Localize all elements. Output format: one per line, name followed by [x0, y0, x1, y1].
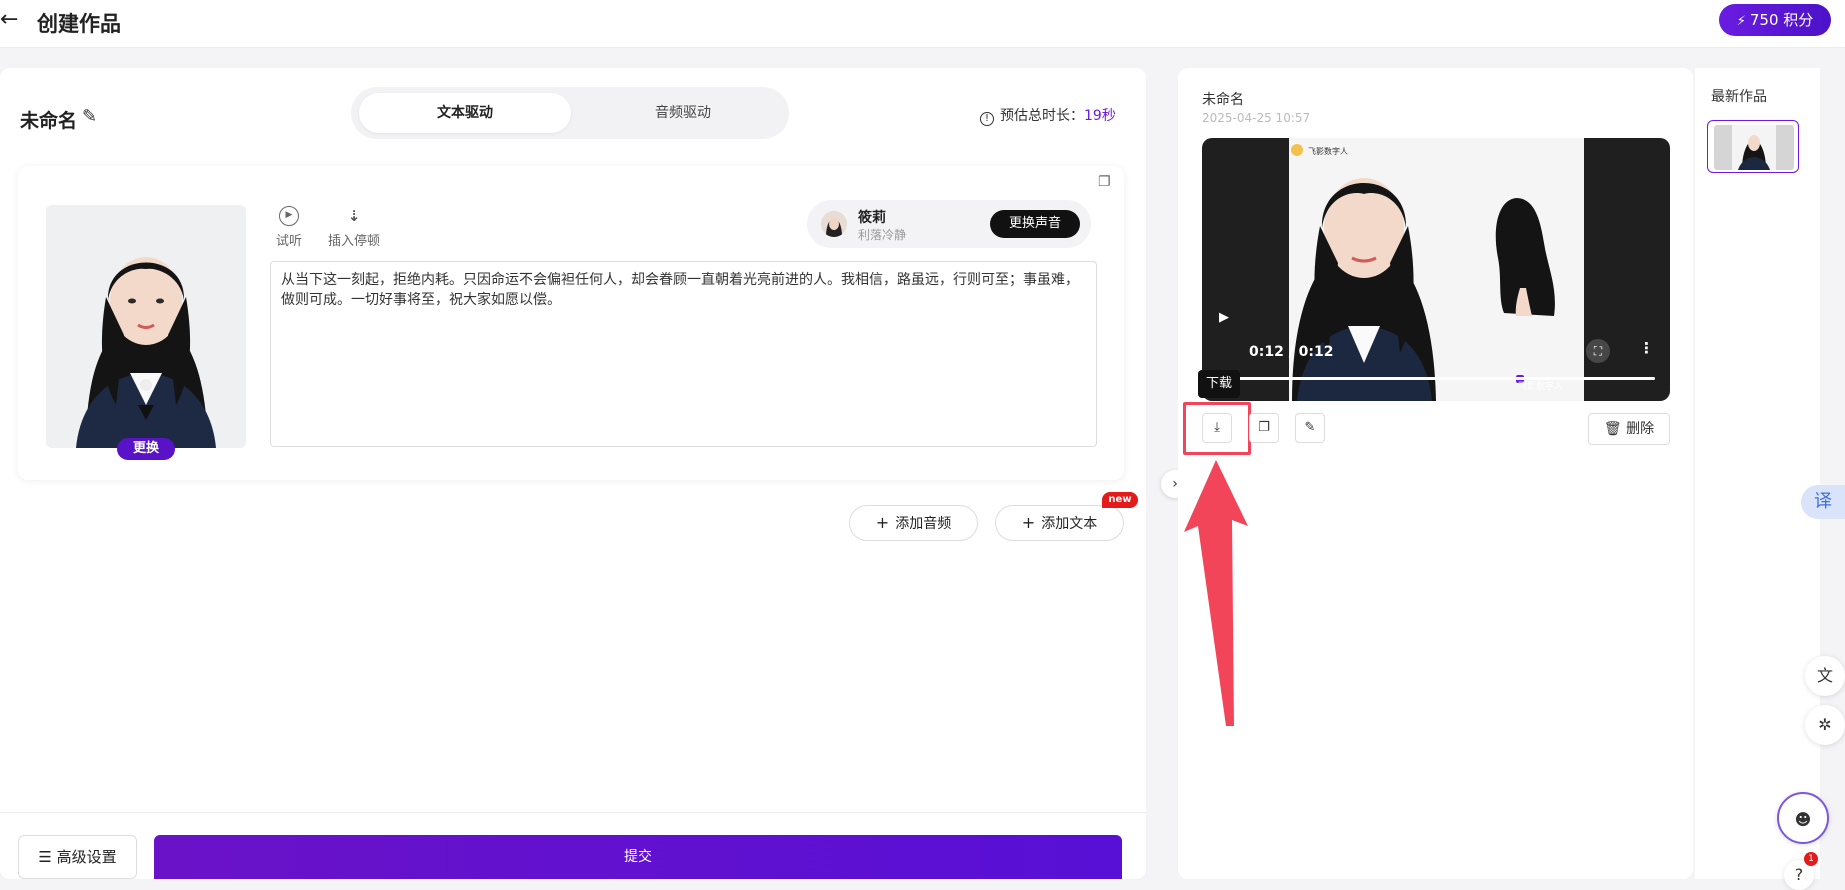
latest-work-thumbnail[interactable] — [1707, 120, 1799, 173]
translate-button[interactable]: 译 — [1801, 485, 1845, 519]
voice-selector: 筱莉 利落冷静 更换声音 — [807, 200, 1091, 248]
new-badge: new — [1102, 492, 1138, 508]
bolt-icon: ⚡ — [1736, 14, 1746, 29]
preview-title: 未命名 — [1202, 92, 1244, 108]
video-play-icon[interactable]: ▶ — [1219, 310, 1229, 325]
add-audio-label: 添加音频 — [895, 516, 952, 532]
add-audio-button[interactable]: + 添加音频 — [849, 505, 978, 541]
tab-audio-drive[interactable]: 音频驱动 — [577, 93, 789, 133]
notification-badge: 1 — [1804, 852, 1818, 866]
estimated-duration: ! 预估总时长：19秒 — [980, 105, 1116, 126]
edit-icon: ✎ — [1304, 420, 1316, 435]
info-icon: ! — [980, 112, 994, 126]
video-corner-text: 飞影数字人 — [1308, 146, 1348, 156]
fullscreen-icon[interactable]: ⛶ — [1586, 339, 1610, 363]
video-time: 0:12 / 0:12 — [1249, 344, 1334, 360]
sliders-icon: ☰ — [38, 848, 57, 866]
swap-avatar-button[interactable]: 更换 — [117, 438, 175, 460]
highlight-box — [1183, 402, 1251, 455]
back-arrow-icon[interactable]: ← — [0, 8, 24, 32]
voice-avatar — [821, 211, 847, 237]
annotation-arrow — [1184, 460, 1248, 726]
submit-button[interactable]: 提交 — [154, 835, 1122, 879]
latest-title: 最新作品 — [1711, 89, 1767, 105]
mode-switch: 文本驱动 音频驱动 — [351, 87, 789, 139]
plus-icon: + — [1021, 513, 1036, 532]
divider — [0, 812, 1146, 813]
language-icon[interactable]: 文 — [1805, 656, 1845, 696]
estimate-value: 19秒 — [1084, 108, 1116, 124]
voice-avatar-svg — [821, 211, 847, 237]
add-text-label: 添加文本 — [1041, 516, 1098, 532]
voice-name: 筱莉 — [858, 210, 886, 226]
script-textarea[interactable]: 从当下这一刻起，拒绝内耗。只因命运不会偏袒任何人，却会眷顾一直朝着光亮前进的人。… — [270, 261, 1097, 447]
plus-icon: + — [875, 513, 890, 532]
video-player[interactable]: 飞影数字人 ▶ 0:12 / 0:12 ⛶ ⋮ 飞影数字人 — [1202, 138, 1670, 401]
tab-text-drive[interactable]: 文本驱动 — [359, 93, 571, 133]
copy-button[interactable]: ❐ — [1249, 413, 1279, 443]
trash-icon: 🗑 — [1603, 421, 1627, 437]
points-label: 750 积分 — [1749, 11, 1814, 29]
voice-desc: 利落冷静 — [858, 228, 907, 242]
listen-tool[interactable]: ▶ 试听 — [276, 206, 302, 249]
pause-insert-icon: ⇣ — [347, 207, 361, 225]
estimate-label: 预估总时长： — [1000, 108, 1084, 124]
video-logo: 飞影数字人 — [1518, 382, 1564, 392]
assistant-icon[interactable]: ☻ — [1777, 792, 1829, 844]
avatar-portrait-svg — [46, 205, 246, 448]
copy-icon[interactable]: ❐ — [1098, 174, 1114, 192]
latest-works-panel — [1695, 68, 1820, 879]
points-badge[interactable]: ⚡ 750 积分 — [1719, 4, 1831, 36]
more-vertical-icon[interactable]: ⋮ — [1639, 339, 1654, 357]
delete-label: 删除 — [1626, 421, 1655, 437]
delete-button[interactable]: 🗑 删除 — [1588, 413, 1670, 445]
edit-name-icon[interactable]: ✎ — [82, 106, 102, 127]
avatar-image — [46, 205, 246, 448]
play-circle-icon: ▶ — [279, 206, 299, 226]
top-bar: ← 创建作品 ⚡ 750 积分 — [0, 0, 1845, 48]
pause-label: 插入停顿 — [328, 234, 381, 249]
change-voice-button[interactable]: 更换声音 — [990, 210, 1080, 238]
network-icon[interactable]: ✲ — [1805, 705, 1845, 745]
listen-label: 试听 — [276, 234, 303, 249]
page-title: 创建作品 — [37, 12, 121, 36]
add-text-button[interactable]: + 添加文本 — [995, 505, 1124, 541]
advanced-settings-button[interactable]: ☰ 高级设置 — [18, 835, 137, 879]
advanced-label: 高级设置 — [56, 848, 117, 866]
preview-date: 2025-04-25 10:57 — [1202, 111, 1311, 125]
edit-button[interactable]: ✎ — [1295, 413, 1325, 443]
thumb-svg — [1714, 125, 1794, 170]
video-progress-bar[interactable] — [1219, 377, 1655, 380]
copy-icon: ❐ — [1258, 420, 1270, 435]
work-name: 未命名 — [20, 110, 78, 132]
insert-pause-tool[interactable]: ⇣ 插入停顿 — [328, 206, 380, 249]
download-tooltip: 下载 — [1198, 370, 1240, 398]
